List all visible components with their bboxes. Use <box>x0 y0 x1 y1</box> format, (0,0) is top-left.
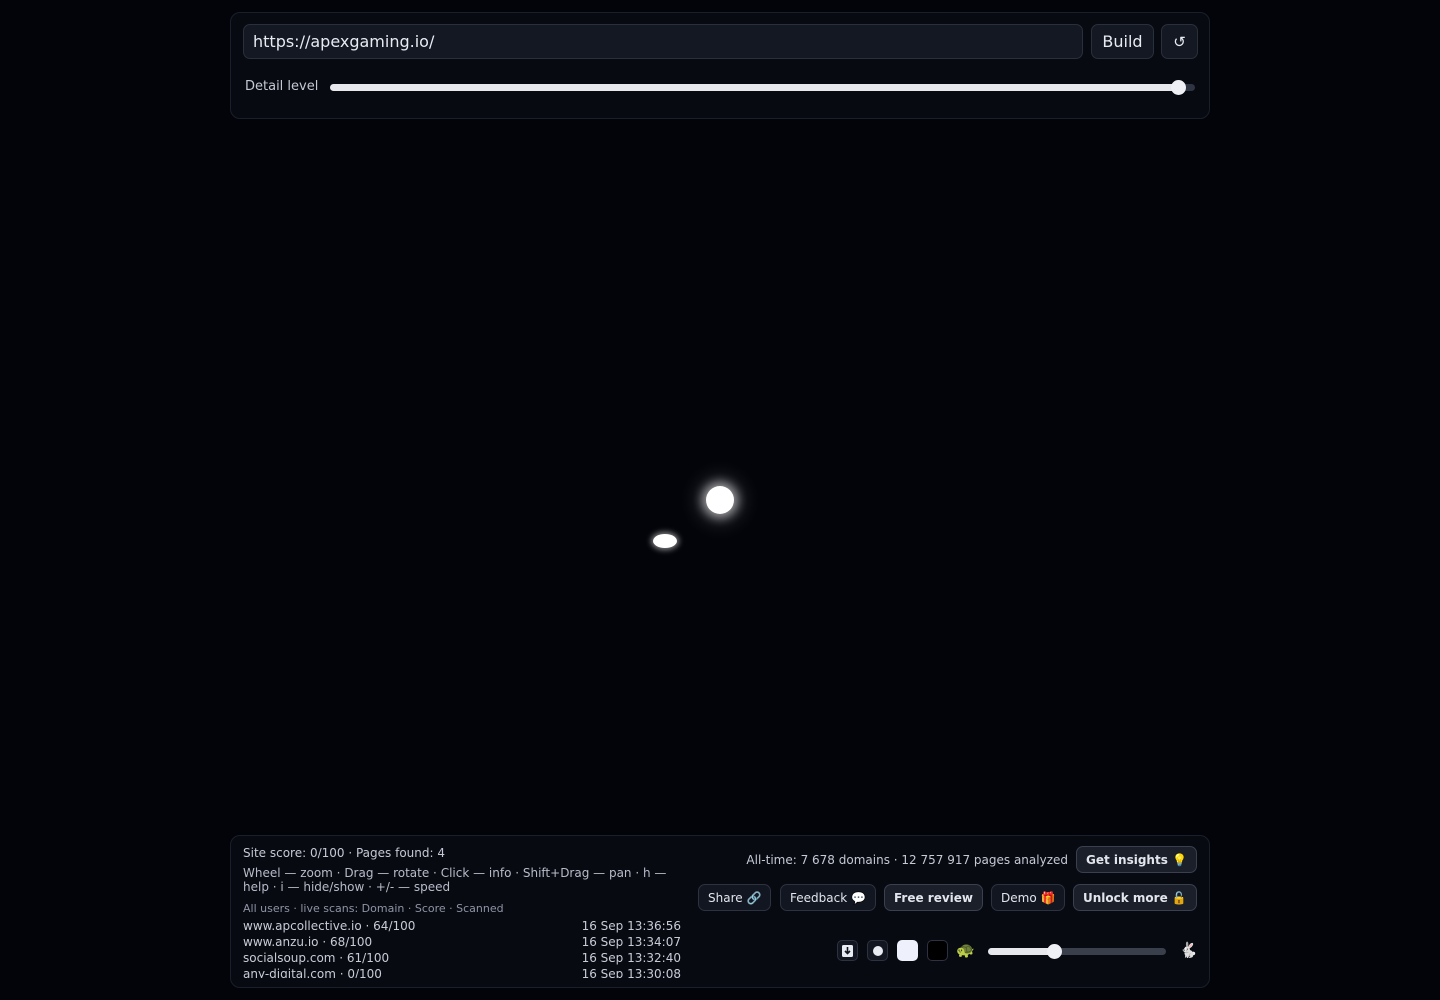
scan-domain: www.apcollective.io · 64/100 <box>243 919 416 933</box>
build-button[interactable]: Build <box>1091 24 1154 59</box>
download-icon[interactable] <box>837 940 858 961</box>
share-button[interactable]: Share 🔗 <box>698 884 772 911</box>
scan-list: www.apcollective.io · 64/100 16 Sep 13:3… <box>243 918 681 978</box>
rabbit-icon: 🐇 <box>1179 941 1198 959</box>
scan-time: 16 Sep 13:30:08 <box>581 967 681 978</box>
scans-header: All users · live scans: Domain · Score ·… <box>243 902 504 915</box>
list-item[interactable]: socialsoup.com · 61/100 16 Sep 13:32:40 <box>243 950 681 966</box>
speed-slider[interactable] <box>988 944 1166 959</box>
scan-domain: www.anzu.io · 68/100 <box>243 935 373 949</box>
download-icon-glyph <box>842 944 853 957</box>
light-theme-swatch[interactable] <box>897 940 918 961</box>
graph-node[interactable] <box>653 534 677 548</box>
detail-level-label: Detail level <box>245 79 319 94</box>
top-panel: Build ↺ Detail level <box>230 12 1210 119</box>
unlock-more-button[interactable]: Unlock more 🔓 <box>1073 884 1197 911</box>
help-text: Wheel — zoom · Drag — rotate · Click — i… <box>243 866 667 894</box>
feedback-button[interactable]: Feedback 💬 <box>780 884 876 911</box>
url-input[interactable] <box>243 24 1083 59</box>
bottom-panel: Site score: 0/100 · Pages found: 4 Wheel… <box>230 835 1210 988</box>
graph-canvas[interactable] <box>0 120 1440 830</box>
dot-icon[interactable] <box>867 940 888 961</box>
detail-level-fill <box>330 84 1178 91</box>
speed-fill <box>988 948 1054 955</box>
free-review-button[interactable]: Free review <box>884 884 984 911</box>
detail-level-slider[interactable] <box>330 80 1195 95</box>
get-insights-button[interactable]: Get insights 💡 <box>1076 846 1197 873</box>
list-item[interactable]: www.apcollective.io · 64/100 16 Sep 13:3… <box>243 918 681 934</box>
turtle-icon: 🐢 <box>956 941 975 959</box>
list-item[interactable]: www.anzu.io · 68/100 16 Sep 13:34:07 <box>243 934 681 950</box>
scan-time: 16 Sep 13:36:56 <box>581 919 681 933</box>
detail-level-thumb[interactable] <box>1170 80 1186 95</box>
reset-icon[interactable]: ↺ <box>1161 24 1198 59</box>
dark-theme-swatch[interactable] <box>927 940 948 961</box>
scan-time: 16 Sep 13:32:40 <box>581 951 681 965</box>
speed-thumb[interactable] <box>1046 944 1062 959</box>
graph-node[interactable] <box>706 486 734 514</box>
alltime-stats: All-time: 7 678 domains · 12 757 917 pag… <box>746 853 1068 867</box>
scan-domain: any-digital.com · 0/100 <box>243 967 382 978</box>
scan-domain: socialsoup.com · 61/100 <box>243 951 390 965</box>
scan-time: 16 Sep 13:34:07 <box>581 935 681 949</box>
demo-button[interactable]: Demo 🎁 <box>991 884 1066 911</box>
site-score: Site score: 0/100 · Pages found: 4 <box>243 846 445 860</box>
list-item[interactable]: any-digital.com · 0/100 16 Sep 13:30:08 <box>243 966 681 978</box>
